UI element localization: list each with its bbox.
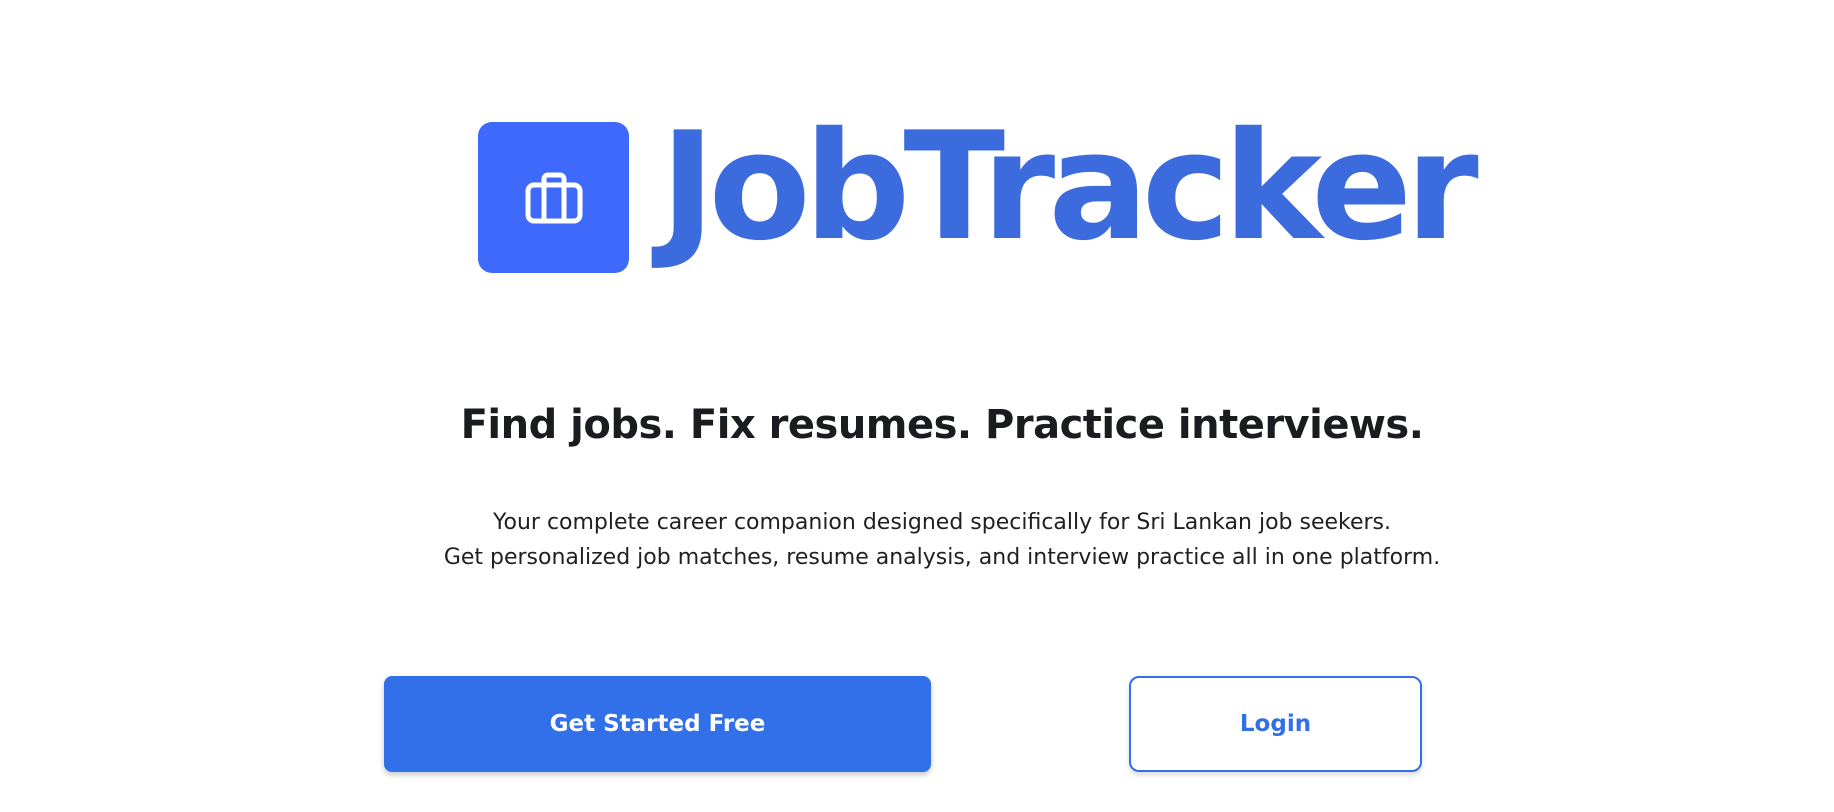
login-button[interactable]: Login bbox=[1129, 676, 1422, 772]
brand-title: JobTracker bbox=[660, 101, 1479, 274]
hero-description-line-1: Your complete career companion designed … bbox=[492, 510, 1392, 535]
landing-page: JobTracker Find jobs. Fix resumes. Pract… bbox=[0, 0, 1834, 812]
hero-description-line-2: Get personalized job matches, resume ana… bbox=[443, 545, 1441, 570]
logo-badge bbox=[478, 122, 629, 273]
get-started-button[interactable]: Get Started Free bbox=[384, 676, 931, 772]
briefcase-icon bbox=[525, 172, 582, 223]
hero-headline: Find jobs. Fix resumes. Practice intervi… bbox=[460, 402, 1424, 448]
